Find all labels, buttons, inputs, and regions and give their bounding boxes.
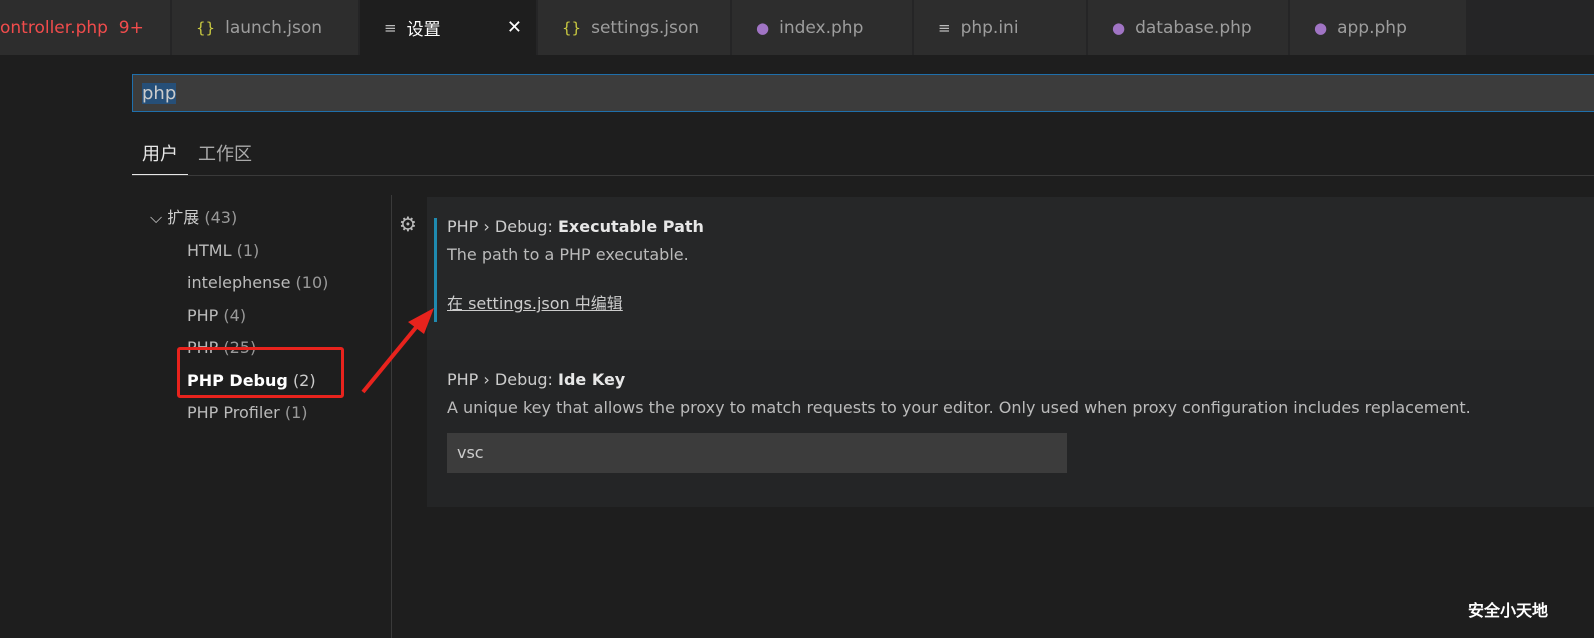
arrow-shaft: [361, 323, 420, 394]
annotation-arrow: [361, 308, 434, 394]
watermark: 安全小天地: [1468, 601, 1549, 620]
